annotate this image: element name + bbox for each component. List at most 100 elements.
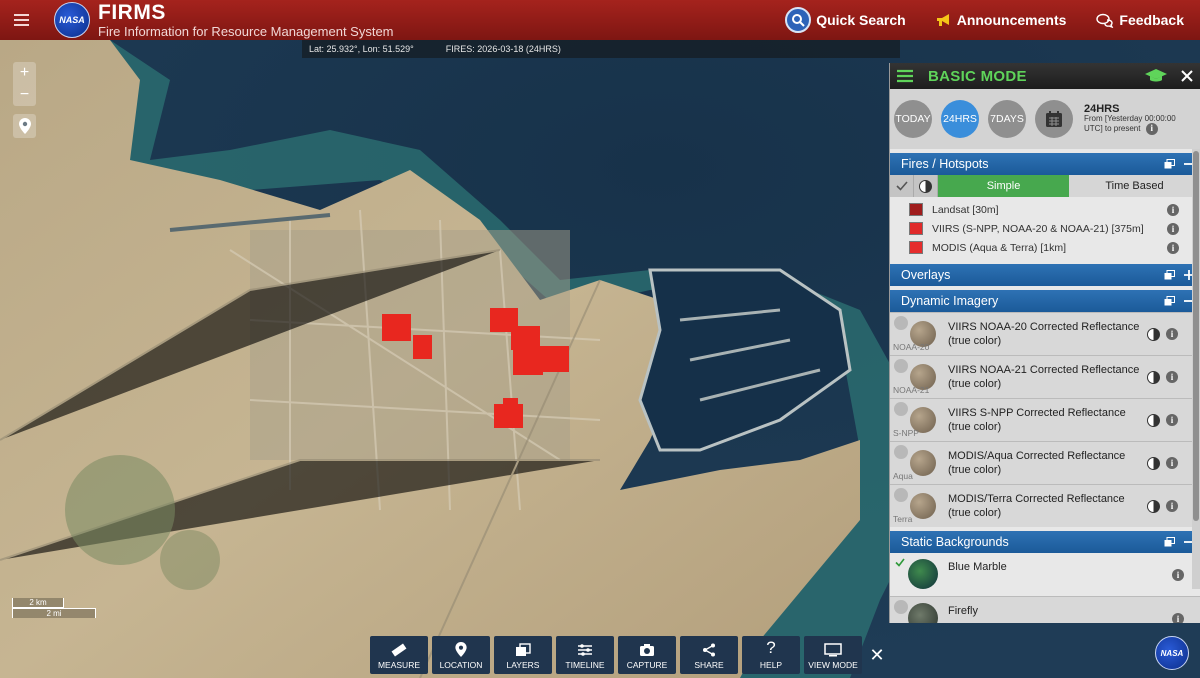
hamburger-icon[interactable] <box>896 69 914 83</box>
section-overlays[interactable]: Overlays <box>890 264 1200 286</box>
fire-hotspot <box>382 314 411 341</box>
layer-checkbox[interactable] <box>894 315 908 330</box>
popout-icon[interactable] <box>1160 531 1178 553</box>
thumbnail-label: NOAA-21 <box>893 384 930 395</box>
section-fires-hotspots[interactable]: Fires / Hotspots <box>890 153 1200 175</box>
7days-button[interactable]: 7DAYS <box>988 100 1026 138</box>
fire-layer-modis[interactable]: MODIS (Aqua & Terra) [1km] i <box>890 238 1200 257</box>
location-pin-icon <box>455 642 467 657</box>
section-dynamic-imagery[interactable]: Dynamic Imagery <box>890 290 1200 312</box>
info-icon[interactable]: i <box>1172 613 1184 623</box>
opacity-icon[interactable] <box>1147 456 1160 470</box>
info-icon[interactable]: i <box>1166 414 1178 426</box>
calendar-button[interactable] <box>1035 100 1073 138</box>
close-toolbar-button[interactable]: ✕ <box>866 636 888 674</box>
imagery-layer-noaa20[interactable]: NOAA-20 VIIRS NOAA-20 Corrected Reflecta… <box>890 312 1200 355</box>
popout-icon[interactable] <box>1160 290 1178 312</box>
graduation-cap-icon[interactable] <box>1144 68 1168 84</box>
background-blue-marble[interactable]: Blue Marble i <box>890 553 1200 596</box>
imagery-layer-label: VIIRS NOAA-20 Corrected Reflectance (tru… <box>948 320 1140 347</box>
announcements-button[interactable]: Announcements <box>936 12 1067 28</box>
fire-layer-landsat[interactable]: Landsat [30m] i <box>890 200 1200 219</box>
zoom-in-button[interactable]: + <box>13 62 36 84</box>
tool-label: SHARE <box>694 660 724 670</box>
fire-layer-label: VIIRS (S-NPP, NOAA-20 & NOAA-21) [375m] <box>932 222 1144 235</box>
imagery-layer-terra[interactable]: Terra MODIS/Terra Corrected Reflectance … <box>890 484 1200 527</box>
tab-time-based[interactable]: Time Based <box>1069 175 1200 197</box>
info-icon[interactable]: i <box>1166 328 1178 340</box>
layer-checkbox[interactable] <box>894 600 908 614</box>
capture-tool[interactable]: CAPTURE <box>618 636 676 674</box>
view-mode-tool[interactable]: VIEW MODE <box>804 636 862 674</box>
popout-icon[interactable] <box>1160 264 1178 286</box>
info-icon[interactable]: i <box>1167 203 1179 216</box>
24hrs-button[interactable]: 24HRS <box>941 100 979 138</box>
layer-checkbox[interactable] <box>894 401 908 416</box>
firefly-thumbnail <box>908 603 938 623</box>
layers-icon <box>516 643 531 656</box>
today-button[interactable]: TODAY <box>894 100 932 138</box>
announcements-label: Announcements <box>956 12 1067 28</box>
info-icon[interactable]: i <box>1166 457 1178 469</box>
info-icon[interactable]: i <box>1145 123 1158 136</box>
main-menu-button[interactable] <box>0 0 42 40</box>
fire-layer-list: Landsat [30m] i VIIRS (S-NPP, NOAA-20 & … <box>890 197 1200 260</box>
check-icon <box>895 558 905 567</box>
check-all-icon[interactable] <box>890 175 914 197</box>
tab-simple[interactable]: Simple <box>938 175 1069 197</box>
opacity-icon[interactable] <box>1147 327 1160 341</box>
info-icon[interactable]: i <box>1166 500 1178 512</box>
timeline-tool[interactable]: TIMELINE <box>556 636 614 674</box>
bottom-toolbar: MEASURE LOCATION LAYERS TIMELINE CAPTURE… <box>370 636 888 674</box>
measure-tool[interactable]: MEASURE <box>370 636 428 674</box>
layers-tool[interactable]: LAYERS <box>494 636 552 674</box>
popout-icon[interactable] <box>1160 153 1178 175</box>
megaphone-icon <box>936 14 949 26</box>
opacity-icon[interactable] <box>1147 413 1160 427</box>
scrollbar-thumb[interactable] <box>1193 151 1199 521</box>
fire-layer-viirs[interactable]: VIIRS (S-NPP, NOAA-20 & NOAA-21) [375m] … <box>890 219 1200 238</box>
feedback-button[interactable]: Feedback <box>1096 12 1184 28</box>
section-title: Static Backgrounds <box>901 535 1009 549</box>
nasa-logo[interactable]: NASA <box>54 2 90 38</box>
layer-checkbox[interactable] <box>894 358 908 373</box>
layer-checkbox[interactable] <box>894 487 908 502</box>
info-icon[interactable]: i <box>1172 569 1184 581</box>
background-firefly[interactable]: Firefly i <box>890 596 1200 623</box>
fire-hotspot <box>503 398 518 408</box>
fires-date-readout: FIRES: 2026-03-18 (24HRS) <box>445 44 561 54</box>
section-static-backgrounds[interactable]: Static Backgrounds <box>890 531 1200 553</box>
info-icon[interactable]: i <box>1166 371 1178 383</box>
help-tool[interactable]: ? HELP <box>742 636 800 674</box>
lat-lon-readout: Lat: 25.932°, Lon: 51.529° <box>309 44 414 54</box>
color-swatch <box>909 241 923 254</box>
layer-checkbox[interactable] <box>894 444 908 459</box>
panel-scrollbar[interactable] <box>1192 149 1200 589</box>
nasa-logo-small[interactable]: NASA <box>1155 636 1189 670</box>
imagery-layer-aqua[interactable]: Aqua MODIS/Aqua Corrected Reflectance (t… <box>890 441 1200 484</box>
layer-panel: BASIC MODE TODAY 24HRS 7DAYS 24HRS From … <box>889 63 1200 623</box>
time-range-selector: TODAY 24HRS 7DAYS 24HRS From [Yesterday … <box>890 89 1200 149</box>
zoom-out-button[interactable]: − <box>13 84 36 106</box>
top-header: NASA FIRMS Fire Information for Resource… <box>0 0 1200 40</box>
info-icon[interactable]: i <box>1167 222 1179 235</box>
time-range-desc-line2: UTC] to present <box>1084 124 1141 134</box>
quick-search-button[interactable]: Quick Search <box>785 7 906 33</box>
scale-mi: 2 mi <box>12 608 96 618</box>
info-icon[interactable]: i <box>1167 241 1179 254</box>
location-tool[interactable]: LOCATION <box>432 636 490 674</box>
tool-label: VIEW MODE <box>808 660 858 670</box>
share-tool[interactable]: SHARE <box>680 636 738 674</box>
opacity-icon[interactable] <box>914 175 938 197</box>
app-title: FIRMS <box>98 1 166 24</box>
close-icon[interactable] <box>1180 69 1194 83</box>
time-range-info: 24HRS From [Yesterday 00:00:00 UTC] to p… <box>1084 103 1176 136</box>
imagery-layer-noaa21[interactable]: NOAA-21 VIIRS NOAA-21 Corrected Reflecta… <box>890 355 1200 398</box>
imagery-layer-snpp[interactable]: S-NPP VIIRS S-NPP Corrected Reflectance … <box>890 398 1200 441</box>
geolocate-button[interactable] <box>13 114 36 138</box>
ruler-icon <box>391 643 407 657</box>
opacity-icon[interactable] <box>1147 499 1160 513</box>
calendar-icon <box>1046 111 1062 127</box>
tool-label: MEASURE <box>377 660 421 670</box>
opacity-icon[interactable] <box>1147 370 1160 384</box>
